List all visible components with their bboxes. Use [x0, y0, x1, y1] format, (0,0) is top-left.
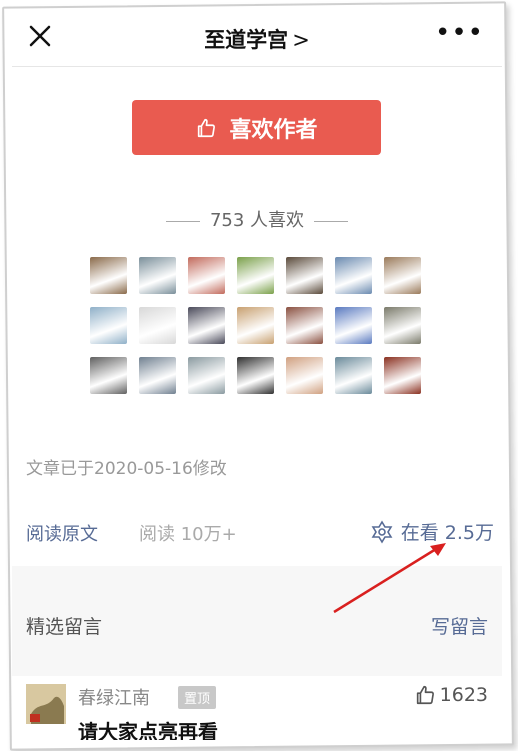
liker-avatar[interactable]	[188, 257, 225, 294]
commenter-name[interactable]: 春绿江南	[78, 684, 150, 710]
liker-avatar[interactable]	[90, 357, 127, 394]
comment-like-count: 1623	[439, 684, 488, 706]
more-icon[interactable]: •••	[435, 20, 484, 46]
chevron-right-icon: >	[292, 28, 310, 52]
comment-text: 请大家点亮再看	[78, 720, 218, 740]
like-author-button[interactable]: 喜欢作者	[132, 100, 381, 155]
liker-avatar[interactable]	[90, 257, 127, 294]
liker-avatar[interactable]	[237, 257, 274, 294]
looking-button[interactable]: 在看 2.5万	[369, 518, 494, 545]
liker-avatar[interactable]	[188, 357, 225, 394]
write-comment-link[interactable]: 写留言	[431, 612, 488, 639]
liker-avatar[interactable]	[286, 357, 323, 394]
pinned-badge: 置顶	[178, 686, 217, 709]
liker-avatar[interactable]	[237, 307, 274, 344]
liker-avatar[interactable]	[90, 307, 127, 344]
thumbs-up-icon	[416, 685, 434, 705]
liker-avatar[interactable]	[286, 257, 323, 294]
modified-date: 文章已于2020-05-16修改	[26, 459, 227, 479]
comment-item: 春绿江南 置顶 请大家点亮再看 1623	[12, 676, 502, 740]
comment-like-button[interactable]: 1623	[414, 684, 488, 706]
divider-right	[314, 220, 349, 222]
liker-avatar[interactable]	[139, 257, 176, 294]
liker-avatar[interactable]	[237, 357, 274, 394]
liker-avatar[interactable]	[335, 307, 372, 344]
read-row: 阅读原文 阅读 10万+ 在看 2.5万	[26, 516, 494, 550]
liker-avatar[interactable]	[384, 257, 421, 294]
read-count: 阅读 10万+	[139, 524, 237, 545]
liker-avatar[interactable]	[139, 307, 176, 344]
likes-count: 753 人喜欢	[209, 210, 305, 231]
liker-avatar[interactable]	[384, 307, 421, 344]
thumbs-up-icon	[198, 118, 216, 137]
divider-left	[165, 220, 200, 222]
looking-count: 在看 2.5万	[400, 522, 494, 544]
read-original-link[interactable]: 阅读原文	[26, 520, 98, 546]
phone-screen: 至道学宫 > ••• 喜欢作者 753 人喜欢 文章已于2020-05-16修改 …	[12, 10, 502, 740]
likes-count-row: 753 人喜欢	[12, 206, 502, 232]
like-author-label: 喜欢作者	[229, 117, 318, 143]
looking-flower-icon	[371, 519, 393, 544]
account-title[interactable]: 至道学宫 >	[12, 24, 502, 54]
comments-header: 精选留言	[26, 616, 103, 638]
commenter-avatar[interactable]	[26, 684, 66, 724]
top-nav: 至道学宫 > •••	[12, 10, 502, 67]
liker-avatar[interactable]	[139, 357, 176, 394]
liker-avatar[interactable]	[335, 357, 372, 394]
account-name: 至道学宫	[204, 28, 289, 52]
liker-avatar[interactable]	[286, 307, 323, 344]
liker-avatar[interactable]	[188, 307, 225, 344]
liker-avatar[interactable]	[335, 257, 372, 294]
comments-section: 精选留言 写留言 春绿江南 置顶 请大家点亮再看 1623	[12, 566, 502, 740]
liker-avatar[interactable]	[384, 357, 421, 394]
